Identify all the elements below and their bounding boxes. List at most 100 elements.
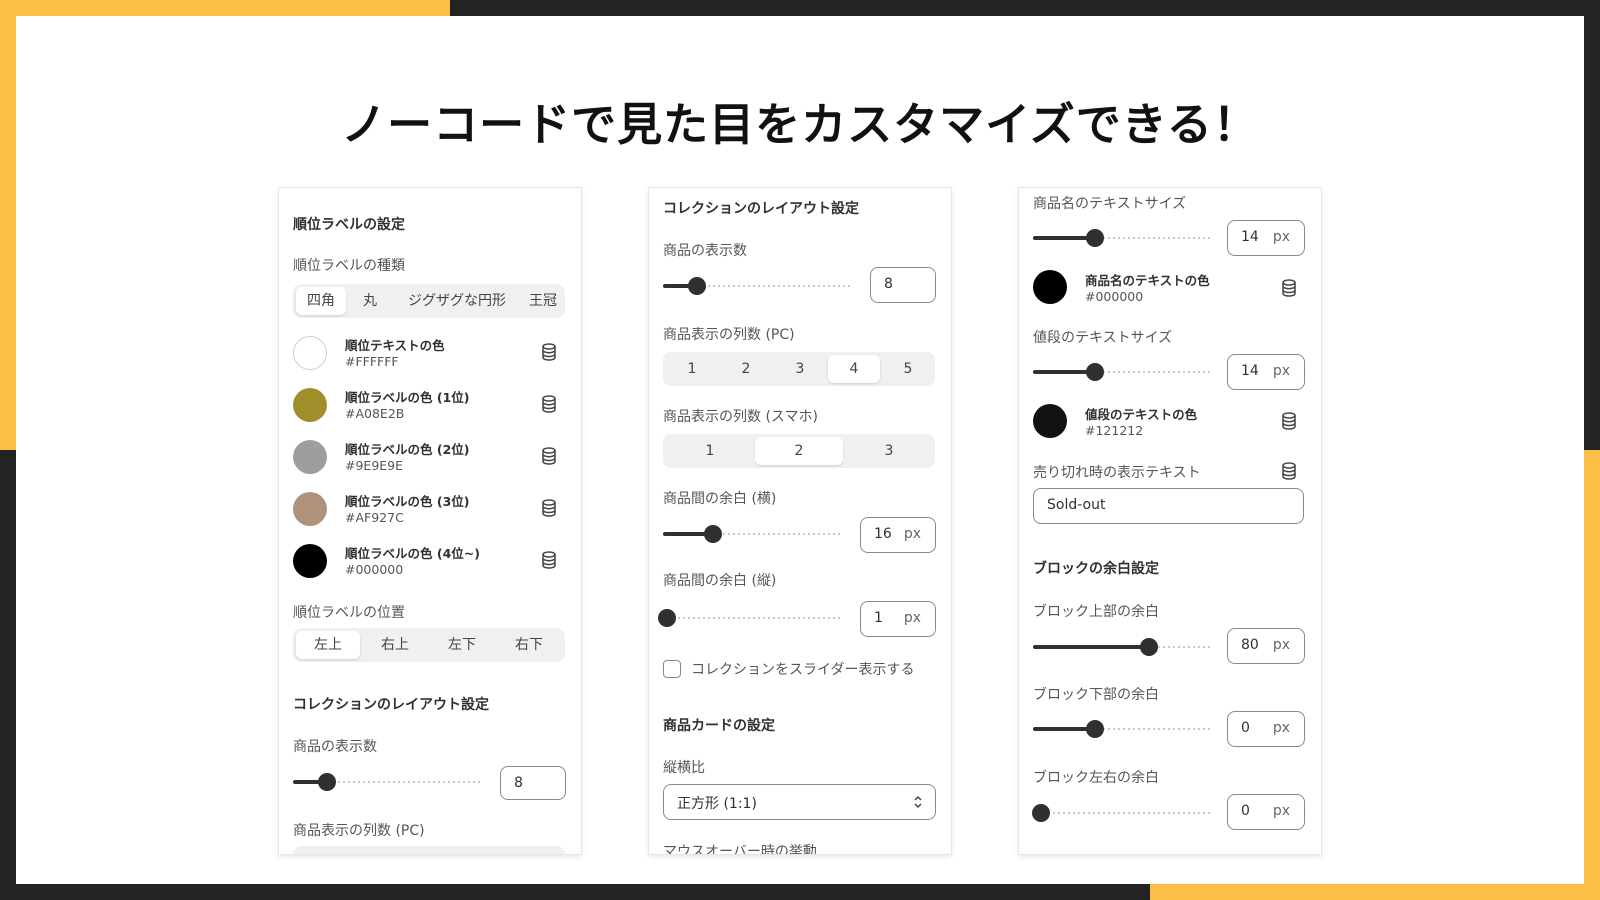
gap-vertical-input[interactable]: 1 px (860, 601, 936, 637)
rank-position-option[interactable]: 右下 (497, 631, 561, 659)
field-label: 商品の表示数 (293, 739, 377, 755)
slider-handle[interactable] (704, 525, 723, 543)
columns-pc-segmented: 1 2 3 4 5 (663, 352, 935, 386)
frame-accent-left (0, 0, 16, 450)
rank-position-option[interactable]: 左上 (296, 631, 360, 659)
block-side-input[interactable]: 0 px (1227, 794, 1305, 830)
columns-pc-option[interactable]: 5 (882, 355, 934, 383)
frame-accent-bottom-right (1150, 884, 1600, 900)
field-label: 商品表示の列数 (スマホ) (663, 409, 818, 425)
rank-position-option[interactable]: 右上 (363, 631, 427, 659)
rank-position-option[interactable]: 左下 (430, 631, 494, 659)
count-input[interactable]: 8 (870, 267, 936, 303)
color-name: 順位ラベルの色 (1位) (345, 390, 470, 405)
block-bottom-input[interactable]: 0 px (1227, 711, 1305, 747)
color-hex: #AF927C (345, 510, 404, 525)
color-name: 順位ラベルの色 (3位) (345, 494, 470, 509)
field-label: 順位ラベルの種類 (293, 258, 405, 274)
database-icon[interactable] (1281, 279, 1297, 297)
price-size-input[interactable]: 14 px (1227, 354, 1305, 390)
section-heading: コレクションのレイアウト設定 (663, 201, 859, 217)
rank-type-segmented: 四角 丸 ジグザグな円形 王冠 (293, 284, 565, 318)
columns-pc-option[interactable]: 4 (828, 355, 880, 383)
slider-handle[interactable] (318, 773, 337, 791)
count-input[interactable]: 8 (500, 766, 566, 800)
aspect-ratio-select[interactable]: 正方形 (1:1) (663, 784, 936, 820)
database-icon[interactable] (541, 499, 557, 517)
section-heading: 順位ラベルの設定 (293, 217, 405, 233)
field-label: ブロック下部の余白 (1033, 687, 1159, 703)
color-swatch[interactable] (293, 492, 327, 526)
columns-pc-option[interactable]: 2 (720, 355, 772, 383)
database-icon[interactable] (541, 447, 557, 465)
rank-position-segmented: 左上 右上 左下 右下 (293, 628, 565, 662)
collection-layout-panel: コレクションのレイアウト設定 商品の表示数 8 商品表示の列数 (PC) 1 2… (649, 188, 951, 854)
field-label: 値段のテキストサイズ (1033, 330, 1173, 346)
field-label: 商品表示の列数 (PC) (293, 823, 425, 839)
slider-handle[interactable] (1086, 363, 1105, 381)
columns-pc-option[interactable]: 3 (774, 355, 826, 383)
slider-track[interactable] (1033, 812, 1211, 814)
soldout-text-input[interactable]: Sold-out (1033, 488, 1304, 524)
gap-horizontal-input[interactable]: 16 px (860, 517, 936, 553)
color-hex: #000000 (1085, 289, 1144, 304)
section-heading: 商品カードの設定 (663, 718, 775, 734)
rank-type-option[interactable]: 四角 (296, 287, 346, 315)
field-label: 順位ラベルの位置 (293, 605, 405, 621)
rank-type-option[interactable]: 丸 (349, 287, 391, 315)
slider-display-checkbox[interactable] (663, 660, 681, 678)
slider-track[interactable] (663, 617, 843, 619)
color-swatch[interactable] (1033, 270, 1067, 304)
columns-sp-option[interactable]: 2 (755, 437, 843, 465)
database-icon[interactable] (1281, 412, 1297, 430)
field-label: 売り切れ時の表示テキスト (1033, 465, 1201, 481)
rank-label-settings-panel: 順位ラベルの設定 順位ラベルの種類 四角 丸 ジグザグな円形 王冠 順位テキスト… (279, 188, 581, 854)
color-hex: #A08E2B (345, 406, 405, 421)
field-label: ブロック左右の余白 (1033, 770, 1159, 786)
product-card-text-panel: 商品名のテキストサイズ 14 px 商品名のテキストの色 #000000 値段のテ… (1019, 188, 1321, 854)
field-label: 商品間の余白 (横) (663, 491, 777, 507)
field-label: 商品の表示数 (663, 243, 747, 259)
color-swatch[interactable] (1033, 404, 1067, 438)
field-label: ブロック上部の余白 (1033, 604, 1159, 620)
slider-handle[interactable] (1086, 229, 1105, 247)
color-name: 商品名のテキストの色 (1085, 273, 1210, 288)
frame-accent-right (1584, 450, 1600, 900)
checkbox-label: コレクションをスライダー表示する (691, 662, 915, 678)
name-size-input[interactable]: 14 px (1227, 220, 1305, 256)
field-label: 商品表示の列数 (PC) (663, 327, 795, 343)
color-name: 順位ラベルの色 (4位~) (345, 546, 480, 561)
color-swatch[interactable] (293, 544, 327, 578)
color-name: 値段のテキストの色 (1085, 407, 1198, 422)
database-icon[interactable] (541, 551, 557, 569)
color-swatch[interactable] (293, 336, 327, 370)
slider-handle[interactable] (688, 277, 707, 295)
columns-sp-option[interactable]: 1 (666, 437, 754, 465)
rank-type-option[interactable]: 王冠 (523, 287, 563, 315)
slider-handle[interactable] (1032, 804, 1050, 822)
database-icon[interactable] (541, 343, 557, 361)
field-label: マウスオーバー時の挙動 (663, 844, 817, 854)
slide-title: ノーコードで見た目をカスタマイズできる！ (341, 98, 1259, 151)
color-hex: #121212 (1085, 423, 1144, 438)
aspect-ratio-value: 正方形 (1:1) (677, 796, 757, 812)
slider-handle[interactable] (1086, 720, 1105, 738)
color-name: 順位テキストの色 (345, 338, 445, 353)
color-swatch[interactable] (293, 388, 327, 422)
database-icon[interactable] (541, 395, 557, 413)
chevron-updown-icon (914, 795, 922, 809)
field-label: 商品名のテキストサイズ (1033, 196, 1187, 212)
rank-type-option[interactable]: ジグザグな円形 (395, 287, 519, 315)
database-icon[interactable] (1281, 462, 1297, 480)
color-swatch[interactable] (293, 440, 327, 474)
block-top-input[interactable]: 80 px (1227, 628, 1305, 664)
section-heading: コレクションのレイアウト設定 (293, 697, 489, 713)
slider-fill (1033, 645, 1149, 649)
slider-handle[interactable] (657, 609, 676, 627)
columns-pc-option[interactable]: 1 (666, 355, 718, 383)
columns-sp-option[interactable]: 3 (845, 437, 933, 465)
slider-handle[interactable] (1139, 638, 1158, 656)
section-heading: ブロックの余白設定 (1033, 561, 1159, 577)
frame-accent-top-left (0, 0, 450, 16)
color-hex: #000000 (345, 562, 404, 577)
